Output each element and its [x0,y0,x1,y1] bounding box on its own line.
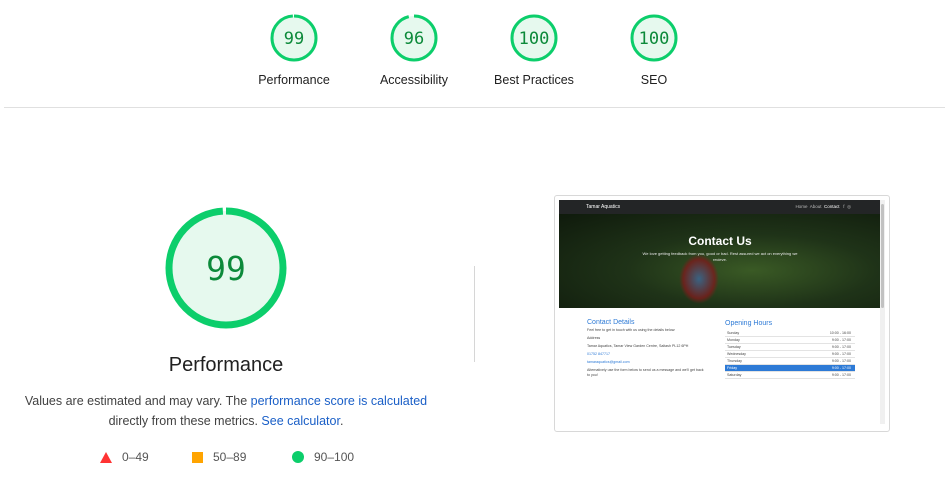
hours-time: 9:00 - 17:00 [831,345,851,349]
gauge-accessibility[interactable]: 96 Accessibility [354,13,474,87]
hours-row: Tuesday 9:00 - 17:00 [725,344,855,351]
hours-row: Sunday 10:00 - 16:00 [725,330,855,337]
vertical-divider [474,266,475,362]
gauge-score: 100 [639,29,670,49]
details-line: Address [587,336,601,340]
hero-title: Contact Us [688,234,752,248]
hours-day: Tuesday [727,345,741,349]
orange-square-icon [192,451,203,463]
legend-label: 90–100 [314,450,355,464]
gauge-performance[interactable]: 99 Performance [234,13,354,87]
gauge-ring: 100 [510,14,558,62]
performance-title: Performance [168,354,284,376]
gauge-label: SEO [640,73,668,87]
opening-hours-title: Opening Hours [725,320,773,327]
legend-item-fail: 0–49 [100,450,149,464]
details-line: Tamar Aquatics, Tamar View Garden Centre… [587,344,689,348]
section-divider [4,107,945,108]
scrollbar-thumb[interactable] [881,204,884,308]
legend-item-average: 50–89 [192,450,246,464]
details-line: Feel free to get in touch with us using … [587,328,676,332]
site-navbar: Tamar Aquatics Home About Contact f ◎ [559,200,881,214]
gauge-ring: 99 [270,14,318,62]
contact-details: Contact Details Feel free to get in touc… [587,319,707,381]
see-calculator-link[interactable]: See calculator [261,414,340,428]
legend-item-pass: 90–100 [292,450,354,464]
site-hero: Contact Us We love getting feedback from… [559,214,881,308]
performance-score: 99 [206,249,246,288]
performance-gauge: 99 [165,207,287,329]
gauge-label: Performance [258,73,330,87]
opening-hours: Opening Hours Sunday 10:00 - 16:00 Monday… [725,320,855,379]
note-text: directly from these metrics. [108,414,262,428]
gauge-seo[interactable]: 100 SEO [594,13,714,87]
hours-day: Saturday [727,373,742,377]
gauge-ring: 100 [630,14,678,62]
hours-time: 9:00 - 17:00 [831,366,851,370]
gauge-ring: 96 [390,14,438,62]
green-circle-icon [292,451,304,463]
hero-text: We love getting feedback from you, good … [642,251,798,262]
screenshot-scrollbar[interactable] [880,200,885,424]
hours-day: Sunday [727,331,740,335]
metrics-note: Values are estimated and may vary. The p… [20,391,432,431]
hours-day: Thursday [727,359,742,363]
gauge-label: Best Practices [494,73,574,87]
score-legend: 0–49 50–89 90–100 [98,450,378,470]
gauge-label: Accessibility [379,73,449,87]
hours-time: 9:00 - 17:00 [831,359,851,363]
site-nav-about: About [809,204,822,209]
hours-time: 9:00 - 17:00 [831,338,851,342]
gauge-score: 100 [519,29,550,49]
final-screenshot[interactable]: Tamar Aquatics Home About Contact f ◎ Co… [554,195,890,432]
hours-day: Monday [727,338,740,342]
site-nav-home: Home [795,204,808,209]
gauge-best-practices[interactable]: 100 Best Practices [474,13,594,87]
red-triangle-icon [100,451,112,463]
legend-label: 50–89 [213,450,247,464]
hours-time: 9:00 - 17:00 [831,373,851,377]
instagram-icon: ◎ [847,204,851,209]
hours-time: 9:00 - 17:00 [831,352,851,356]
note-text: Values are estimated and may vary. The [24,394,251,408]
gauge-score: 99 [284,29,304,49]
hours-row: Wednesday 9:00 - 17:00 [725,351,855,358]
screenshot-page: Tamar Aquatics Home About Contact f ◎ Co… [559,200,881,428]
hours-day: Friday [727,366,737,370]
note-text: . [339,414,344,428]
contact-details-title: Contact Details [587,319,635,326]
hours-row: Thursday 9:00 - 17:00 [725,358,855,365]
facebook-icon: f [843,204,845,209]
hours-row-today: Friday 9:00 - 17:00 [725,365,855,372]
hours-row: Saturday 9:00 - 17:00 [725,372,855,379]
hours-row: Monday 9:00 - 17:00 [725,337,855,344]
legend-label: 0–49 [122,450,149,464]
gauge-score: 96 [404,29,424,49]
site-nav-contact: Contact [824,204,840,209]
site-nav-links: Home About Contact f ◎ [795,204,851,210]
site-brand: Tamar Aquatics [586,204,621,210]
performance-score-link[interactable]: performance score is calculated [251,394,427,408]
details-phone: 01752 847717 [587,352,610,356]
hours-day: Wednesday [727,352,746,356]
details-line: Alternatively use the form below to send… [587,368,704,377]
hours-time: 10:00 - 16:00 [829,331,851,335]
details-email: tamaraquatics@gmail.com [587,360,630,364]
category-gauges: 99 Performance 96 Accessibility 100 Best… [0,0,947,108]
